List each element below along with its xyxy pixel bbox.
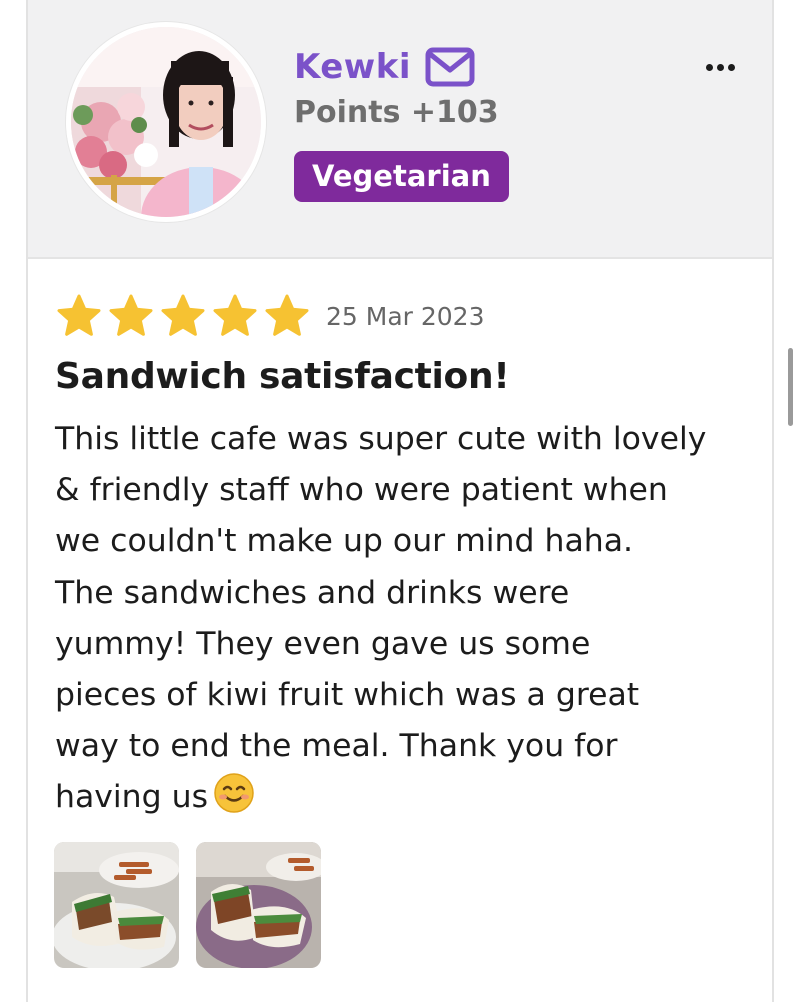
diet-badge: Vegetarian (294, 151, 509, 202)
review-title: Sandwich satisfaction! (55, 356, 510, 397)
user-points: Points +103 (294, 95, 499, 130)
review-text: This little cafe was super cute with lov… (55, 421, 707, 816)
mail-icon[interactable] (425, 47, 475, 87)
smiling-face-emoji (214, 773, 254, 814)
avatar[interactable] (66, 22, 266, 222)
dot (705, 63, 713, 71)
star-icon (213, 294, 257, 336)
review-body: This little cafe was super cute with lov… (55, 414, 765, 824)
scrollbar[interactable] (788, 348, 793, 426)
star-icon (265, 294, 309, 336)
dot (727, 63, 735, 71)
dot (716, 63, 724, 71)
rating-row: 25 Mar 2023 (56, 290, 485, 342)
review-card: Kewki Points +103 Vegetarian 25 Mar 2023… (26, 0, 774, 1002)
star-icon (161, 294, 205, 336)
star-icon (109, 294, 153, 336)
star-icon (57, 294, 101, 336)
username[interactable]: Kewki (294, 47, 411, 87)
star-rating (56, 293, 316, 339)
review-photos (54, 842, 321, 968)
review-photo-1[interactable] (54, 842, 179, 968)
review-date: 25 Mar 2023 (326, 301, 485, 331)
review-photo-2[interactable] (196, 842, 321, 968)
reviewer-header: Kewki Points +103 Vegetarian (28, 0, 772, 259)
more-options-icon[interactable] (696, 52, 744, 82)
